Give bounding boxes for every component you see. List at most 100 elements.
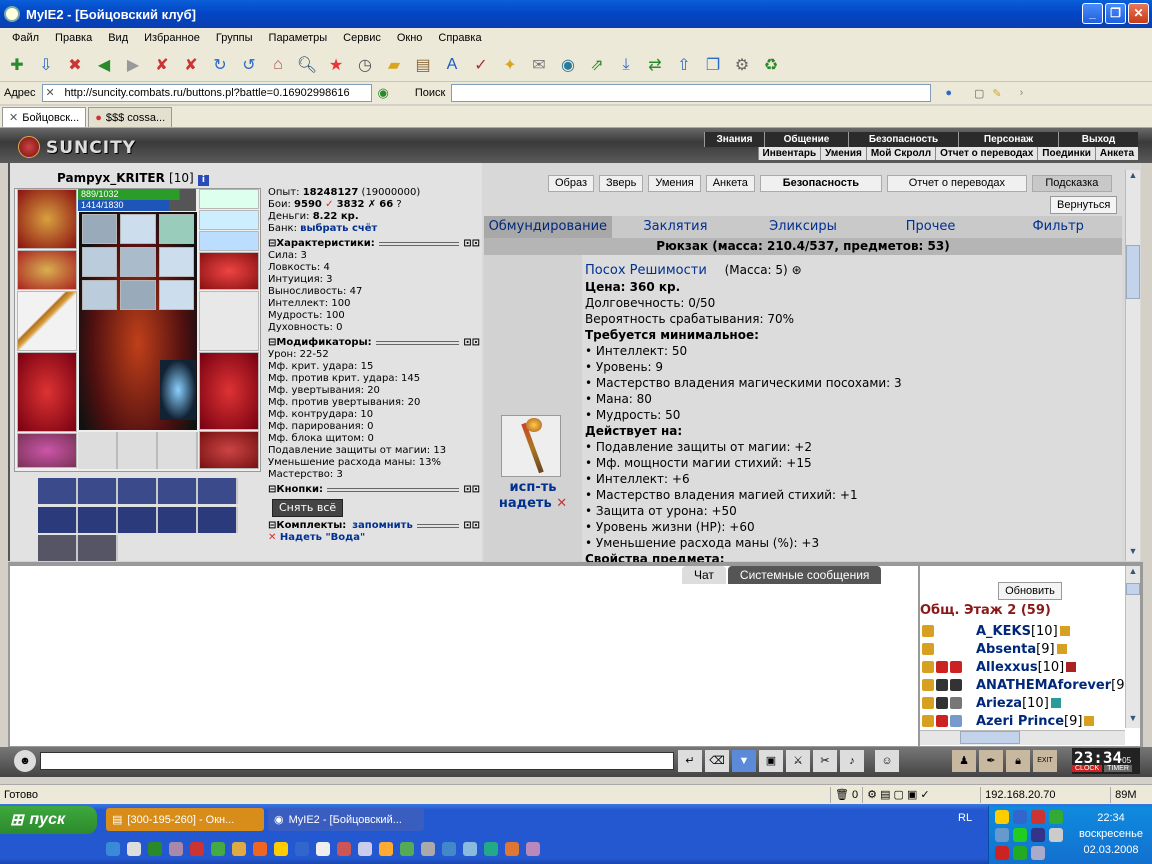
user-info-icon[interactable] (1056, 644, 1067, 654)
up-icon[interactable]: ⇧ (671, 52, 697, 78)
forward-icon[interactable]: ▶ (120, 52, 146, 78)
open-icon[interactable]: ⇩ (33, 52, 59, 78)
app-icon[interactable] (358, 842, 372, 856)
new-window-arrow-icon[interactable]: ⇗ (584, 52, 610, 78)
smiley-icon[interactable]: ☺ (875, 750, 899, 772)
spellcheck-icon[interactable]: ✓ (468, 52, 494, 78)
close-page-icon[interactable]: ✘ (149, 52, 175, 78)
scroll-slot[interactable] (158, 247, 194, 277)
pants-slot[interactable] (199, 352, 259, 430)
browser-tab-cossa[interactable]: ● $$$ cossa... (88, 107, 173, 127)
app-icon[interactable] (232, 842, 246, 856)
address-input[interactable]: ✕ http://suncity.combats.ru/buttons.pl?b… (41, 84, 372, 102)
user-badges-icon[interactable] (920, 625, 976, 637)
pet-button[interactable]: Зверь (599, 175, 644, 192)
sound-icon[interactable]: ♪ (840, 750, 864, 772)
app-icon[interactable] (484, 842, 498, 856)
user-list-item[interactable]: ANATHEMAforever [9 (920, 676, 1140, 694)
save-icon[interactable]: ▣ (759, 750, 783, 772)
search-input[interactable] (451, 84, 932, 102)
collector-icon[interactable]: ⇄ (642, 52, 668, 78)
item-icons-row-3[interactable] (38, 535, 118, 561)
search-go-icon[interactable]: ● (945, 87, 952, 99)
tab-chat[interactable]: Чат (682, 566, 726, 584)
pocket-slots[interactable] (78, 432, 198, 469)
scroll-slot[interactable] (82, 247, 118, 277)
user-badges-icon[interactable] (920, 715, 976, 727)
tab-elixirs[interactable]: Эликсиры (739, 216, 867, 238)
clock-label[interactable]: CLOCK (1072, 765, 1103, 772)
image-button[interactable]: Образ (548, 175, 595, 192)
tab-filter[interactable]: Фильтр (994, 216, 1122, 238)
user-name[interactable]: Absenta (976, 642, 1036, 657)
app-icon[interactable] (463, 842, 477, 856)
info-icon[interactable]: i (197, 175, 209, 186)
app-icon[interactable] (295, 842, 309, 856)
subnav-inventory[interactable]: Инвентарь (757, 147, 821, 160)
app-icon[interactable] (526, 842, 540, 856)
app-icon[interactable] (505, 842, 519, 856)
desktop-icon[interactable] (127, 842, 141, 856)
clear-icon[interactable]: ⌫ (705, 750, 729, 772)
drop-item-icon[interactable]: ✕ (556, 496, 567, 511)
new-window-icon[interactable]: ✚ (4, 52, 30, 78)
proxy-icon[interactable]: ◉ (555, 52, 581, 78)
stop-all-icon[interactable]: ✖ (62, 52, 88, 78)
nav-knowledge[interactable]: Знания (704, 132, 764, 147)
weapon-slot[interactable] (17, 291, 77, 351)
close-button[interactable]: ✕ (1128, 3, 1149, 24)
app-icon[interactable] (211, 842, 225, 856)
user-badges-icon[interactable] (920, 679, 976, 691)
user-list-item[interactable]: A_KEKS [10] (920, 622, 1140, 640)
user-badges-icon[interactable] (920, 697, 976, 709)
search-icon[interactable]: 🔍︎ (294, 52, 320, 78)
magic-orb-slot[interactable] (160, 360, 196, 420)
minimize-button[interactable]: _ (1082, 3, 1103, 24)
close-all-icon[interactable]: ✘ (178, 52, 204, 78)
main-scrollbar[interactable]: ▲ ▼ (1125, 170, 1140, 561)
volume-icon[interactable] (1031, 846, 1045, 860)
item-icons-row-1[interactable] (38, 478, 238, 504)
menu-window[interactable]: Окно (389, 32, 431, 44)
ie-icon[interactable] (106, 842, 120, 856)
back-button[interactable]: Вернуться (1050, 196, 1118, 214)
taskbar-item-myie2[interactable]: ◉ MyIE2 - [Бойцовский... (268, 808, 424, 831)
scroll-slot[interactable] (120, 247, 156, 277)
maximize-button[interactable]: ❐ (1105, 3, 1126, 24)
nav-character[interactable]: Персонаж (958, 132, 1058, 147)
user-name[interactable]: ANATHEMAforever (976, 678, 1111, 693)
user-badges-icon[interactable] (920, 643, 976, 655)
user-info-icon[interactable] (1084, 716, 1095, 726)
browser-tab-combats[interactable]: ✕ Бойцовск... (2, 107, 87, 127)
bracers-slot[interactable] (17, 250, 77, 290)
taskbar-item-window[interactable]: ▤ [300-195-260] - Окн... (106, 808, 264, 831)
wear-set-link[interactable]: ✕ Надеть "Вода" (268, 532, 480, 544)
mail-icon[interactable]: ✉ (526, 52, 552, 78)
subnav-scroll[interactable]: Мой Скролл (865, 147, 936, 160)
home-icon[interactable]: ⌂ (265, 52, 291, 78)
scroll-slot[interactable] (158, 280, 194, 310)
subnav-skills[interactable]: Умения (820, 147, 866, 160)
subnav-fights[interactable]: Поединки (1037, 147, 1095, 160)
tab-other[interactable]: Прочее (867, 216, 995, 238)
user-name[interactable]: Arieza (976, 696, 1022, 711)
remember-link[interactable]: запомнить (352, 520, 413, 532)
app-icon[interactable] (316, 842, 330, 856)
language-indicator[interactable]: RL (958, 812, 972, 824)
tab-spells[interactable]: Заклятия (612, 216, 740, 238)
menu-favorites[interactable]: Избранное (136, 32, 208, 44)
scroll-slot[interactable] (82, 280, 118, 310)
tray-icon[interactable] (1031, 810, 1045, 824)
bluetooth-icon[interactable] (1031, 828, 1045, 842)
recycle-icon[interactable]: ♻ (758, 52, 784, 78)
amulet-slot[interactable] (199, 210, 259, 230)
user-info-icon[interactable] (1050, 698, 1061, 708)
tray-icon[interactable] (995, 846, 1009, 860)
nav-communication[interactable]: Общение (764, 132, 848, 147)
user-list-item[interactable]: Absenta [9] (920, 640, 1140, 658)
font-icon[interactable]: A (439, 52, 465, 78)
go-icon[interactable]: ◉ (378, 85, 389, 101)
notes-icon[interactable]: ▤ (410, 52, 436, 78)
tray-icon[interactable] (1013, 828, 1027, 842)
tab-equipment[interactable]: Обмундирование (484, 216, 612, 238)
